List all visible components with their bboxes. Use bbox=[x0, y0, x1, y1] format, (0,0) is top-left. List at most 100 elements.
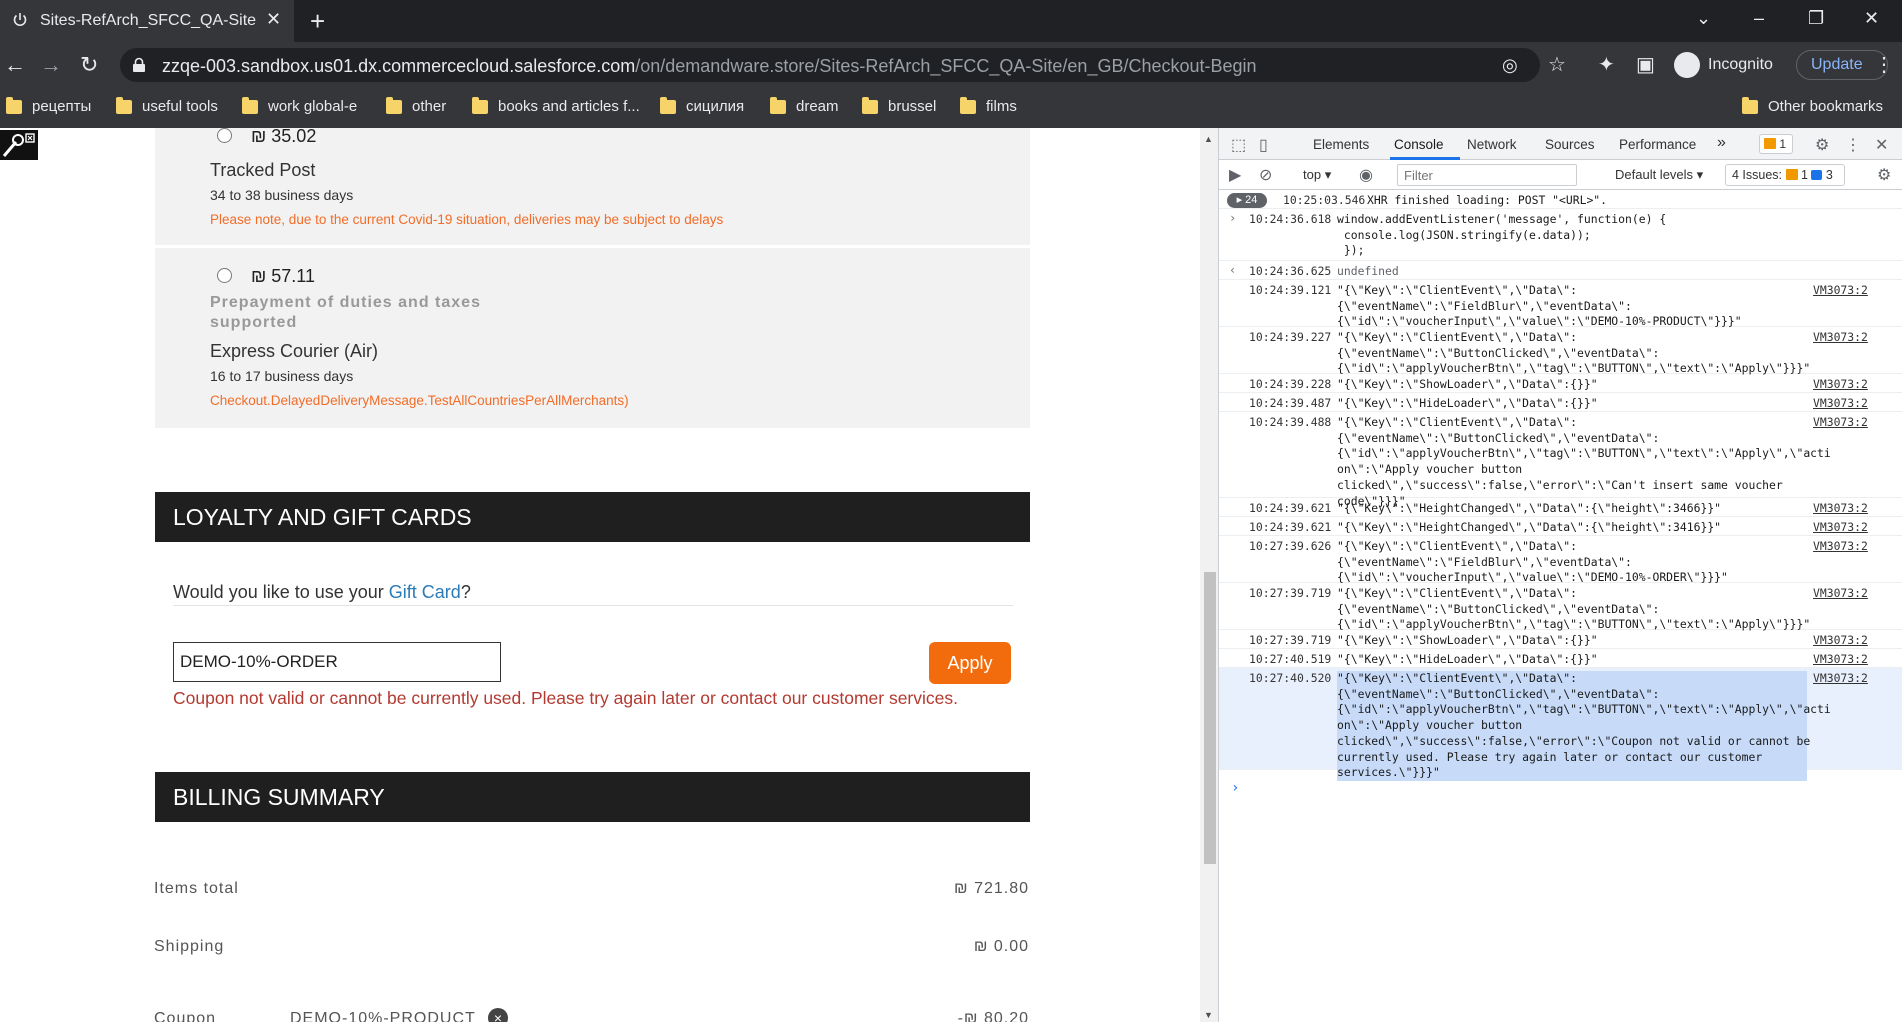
source-link[interactable]: VM3073:2 bbox=[1813, 652, 1868, 666]
console-row[interactable]: 10:27:40.519 "{\"Key\":\"HideLoader\",\"… bbox=[1219, 649, 1902, 668]
more-tabs-icon[interactable]: » bbox=[1717, 134, 1726, 152]
star-icon[interactable]: ☆ bbox=[1548, 52, 1566, 77]
kebab-menu-icon[interactable]: ⋮ bbox=[1874, 52, 1894, 77]
warnings-badge[interactable]: 1 bbox=[1759, 134, 1793, 154]
scroll-down-icon[interactable]: ▼ bbox=[1204, 1010, 1213, 1020]
tab-search-icon[interactable]: ⌄ bbox=[1696, 8, 1711, 29]
new-tab-button[interactable]: + bbox=[310, 6, 325, 37]
return-arrow-icon: ‹ bbox=[1229, 263, 1237, 277]
close-icon[interactable]: ✕ bbox=[1864, 8, 1879, 29]
folder-icon bbox=[472, 96, 488, 114]
source-link[interactable]: VM3073:2 bbox=[1813, 539, 1868, 553]
console-filter-input[interactable]: Filter bbox=[1397, 164, 1577, 186]
source-link[interactable]: VM3073:2 bbox=[1813, 415, 1868, 429]
console-timestamp: 10:24:39.227 bbox=[1249, 330, 1332, 344]
tab-elements[interactable]: Elements bbox=[1313, 137, 1369, 152]
bookmark-folder[interactable]: brussel bbox=[862, 96, 936, 115]
eye-off-icon[interactable]: ◎ bbox=[1502, 55, 1518, 76]
console-row[interactable]: ▸ 24 10:25:03.546 XHR finished loading: … bbox=[1219, 190, 1902, 209]
source-link[interactable]: VM3073:2 bbox=[1813, 377, 1868, 391]
context-selector[interactable]: top ▾ bbox=[1303, 167, 1331, 183]
bookmark-folder[interactable]: useful tools bbox=[116, 96, 218, 115]
source-link[interactable]: VM3073:2 bbox=[1813, 283, 1868, 297]
console-message: XHR finished loading: POST "<URL>". bbox=[1367, 193, 1608, 207]
restore-icon[interactable]: ❐ bbox=[1808, 8, 1824, 29]
tab-sources[interactable]: Sources bbox=[1545, 137, 1595, 152]
console-row[interactable]: ‹ 10:24:36.625 undefined bbox=[1219, 261, 1902, 280]
lock-icon bbox=[133, 57, 145, 72]
console-row[interactable]: 10:27:39.719 "{\"Key\":\"ShowLoader\",\"… bbox=[1219, 630, 1902, 649]
kebab-menu-icon[interactable]: ⋮ bbox=[1845, 135, 1861, 155]
shipping-radio[interactable] bbox=[217, 128, 232, 143]
eye-icon[interactable]: ◉ bbox=[1359, 165, 1373, 185]
voucher-input[interactable] bbox=[173, 642, 501, 682]
console-prompt[interactable]: › bbox=[1231, 780, 1239, 796]
forward-arrow-icon[interactable]: → bbox=[40, 52, 62, 78]
browser-tab[interactable]: Sites-RefArch_SFCC_QA-Site | Sal ✕ bbox=[0, 0, 294, 42]
shipping-price: ₪ 35.02 bbox=[251, 128, 317, 146]
scroll-thumb[interactable] bbox=[1204, 572, 1216, 864]
sidepanel-icon[interactable]: ▣ bbox=[1636, 52, 1655, 77]
profile-label: Incognito bbox=[1708, 56, 1773, 73]
apply-voucher-button[interactable]: Apply bbox=[929, 642, 1011, 684]
scroll-up-icon[interactable]: ▲ bbox=[1204, 134, 1213, 144]
console-row[interactable]: 10:24:39.621 "{\"Key\":\"HeightChanged\"… bbox=[1219, 498, 1902, 517]
bookmark-folder[interactable]: work global-e bbox=[242, 96, 357, 115]
console-row[interactable]: › 10:24:36.618 window.addEventListener('… bbox=[1219, 209, 1902, 261]
gift-card-link[interactable]: Gift Card bbox=[389, 582, 461, 602]
bookmark-folder[interactable]: other bbox=[386, 96, 446, 115]
bookmark-folder[interactable]: сицилия bbox=[660, 96, 744, 115]
other-bookmarks[interactable]: Other bookmarks bbox=[1742, 96, 1883, 115]
console-row[interactable]: 10:27:39.626 "{\"Key\":\"ClientEvent\",\… bbox=[1219, 536, 1902, 584]
console-row[interactable]: 10:27:39.719 "{\"Key\":\"ClientEvent\",\… bbox=[1219, 583, 1902, 631]
tab-network[interactable]: Network bbox=[1467, 137, 1517, 152]
console-row[interactable]: 10:24:39.227 "{\"Key\":\"ClientEvent\",\… bbox=[1219, 327, 1902, 375]
close-devtools-icon[interactable]: ✕ bbox=[1875, 135, 1888, 155]
console-settings-gear-icon[interactable]: ⚙ bbox=[1877, 165, 1891, 185]
tab-performance[interactable]: Performance bbox=[1619, 137, 1696, 152]
bookmark-folder[interactable]: dream bbox=[770, 96, 839, 115]
log-levels-dropdown[interactable]: Default levels ▾ bbox=[1615, 167, 1703, 183]
shipping-radio[interactable] bbox=[217, 268, 232, 283]
source-link[interactable]: VM3073:2 bbox=[1813, 586, 1868, 600]
devtools-tabbar: ⬚ ▯ Elements Console Network Sources Per… bbox=[1219, 128, 1902, 160]
console-row-selected[interactable]: 10:27:40.520 "{\"Key\":\"ClientEvent\",\… bbox=[1219, 668, 1902, 781]
console-timestamp: 10:27:39.719 bbox=[1249, 586, 1332, 600]
minimize-icon[interactable]: – bbox=[1754, 8, 1764, 29]
incognito-profile[interactable]: Incognito bbox=[1674, 50, 1773, 80]
shipping-option-tracked-post: ₪ 35.02 Tracked Post 34 to 38 business d… bbox=[155, 128, 1030, 245]
bookmark-folder[interactable]: books and articles f... bbox=[472, 96, 640, 115]
bookmark-folder[interactable]: рецепты bbox=[6, 96, 91, 115]
source-link[interactable]: VM3073:2 bbox=[1813, 330, 1868, 344]
clear-console-icon[interactable]: ⊘ bbox=[1259, 165, 1272, 185]
console-timestamp: 10:24:39.488 bbox=[1249, 415, 1332, 429]
settings-gear-icon[interactable]: ⚙ bbox=[1815, 135, 1829, 155]
source-link[interactable]: VM3073:2 bbox=[1813, 520, 1868, 534]
coupon-code: DEMO-10%-PRODUCT bbox=[290, 1010, 476, 1022]
source-link[interactable]: VM3073:2 bbox=[1813, 501, 1868, 515]
sidebar-toggle-icon[interactable]: ▶ bbox=[1229, 165, 1241, 185]
source-link[interactable]: VM3073:2 bbox=[1813, 396, 1868, 410]
console-row[interactable]: 10:24:39.121 "{\"Key\":\"ClientEvent\",\… bbox=[1219, 280, 1902, 328]
folder-icon bbox=[770, 96, 786, 114]
remove-coupon-icon[interactable]: × bbox=[488, 1008, 508, 1022]
puzzle-icon[interactable]: ✦ bbox=[1598, 52, 1615, 77]
reload-icon[interactable]: ↻ bbox=[80, 52, 98, 78]
console-row[interactable]: 10:24:39.621 "{\"Key\":\"HeightChanged\"… bbox=[1219, 517, 1902, 536]
device-toolbar-icon[interactable]: ▯ bbox=[1259, 135, 1268, 155]
tab-close-icon[interactable]: ✕ bbox=[266, 9, 281, 30]
back-arrow-icon[interactable]: ← bbox=[4, 52, 26, 78]
tab-console[interactable]: Console bbox=[1394, 137, 1444, 152]
console-row[interactable]: 10:24:39.487 "{\"Key\":\"HideLoader\",\"… bbox=[1219, 393, 1902, 412]
console-message: "{\"Key\":\"ShowLoader\",\"Data\":{}}" bbox=[1337, 633, 1598, 647]
tools-icon[interactable] bbox=[0, 130, 38, 160]
page-scrollbar[interactable]: ▲ ▼ bbox=[1200, 128, 1218, 1022]
address-bar[interactable]: zzqe-003.sandbox.us01.dx.commercecloud.s… bbox=[120, 48, 1540, 82]
source-link[interactable]: VM3073:2 bbox=[1813, 671, 1868, 685]
issues-counter[interactable]: 4 Issues: 1 3 bbox=[1725, 164, 1845, 186]
console-row[interactable]: 10:24:39.228 "{\"Key\":\"ShowLoader\",\"… bbox=[1219, 374, 1902, 393]
inspect-element-icon[interactable]: ⬚ bbox=[1231, 135, 1246, 155]
console-row[interactable]: 10:24:39.488 "{\"Key\":\"ClientEvent\",\… bbox=[1219, 412, 1902, 508]
bookmark-folder[interactable]: films bbox=[960, 96, 1017, 115]
source-link[interactable]: VM3073:2 bbox=[1813, 633, 1868, 647]
